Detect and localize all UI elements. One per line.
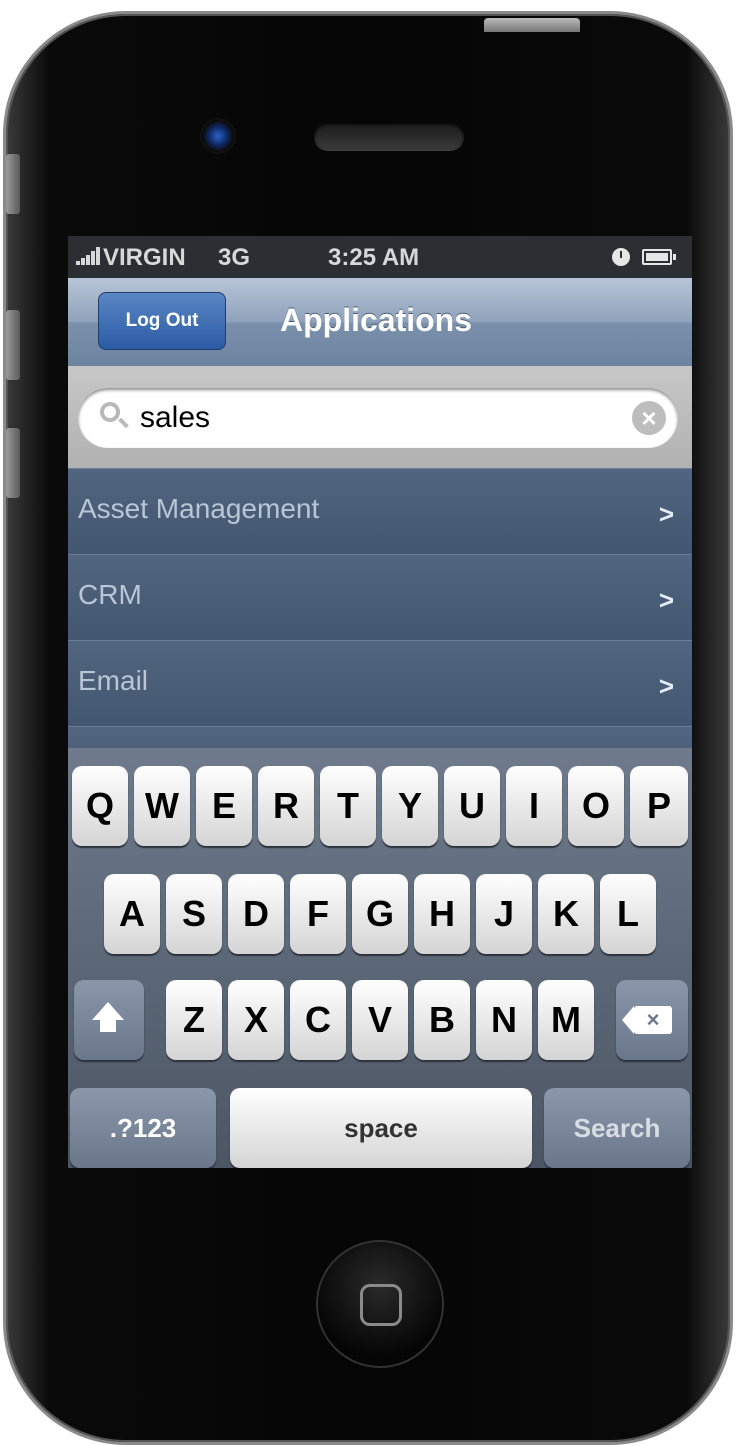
carrier: VIRGIN [76, 244, 186, 272]
battery-icon [642, 249, 676, 265]
key-y[interactable]: Y [382, 766, 438, 846]
key-i[interactable]: I [506, 766, 562, 846]
list-item-email[interactable]: Email > [68, 640, 692, 726]
key-u[interactable]: U [444, 766, 500, 846]
key-z[interactable]: Z [166, 980, 222, 1060]
key-f[interactable]: F [290, 874, 346, 954]
key-k[interactable]: K [538, 874, 594, 954]
key-o[interactable]: O [568, 766, 624, 846]
alarm-clock-icon [612, 248, 630, 266]
page-title: Applications [68, 302, 692, 339]
key-r[interactable]: R [258, 766, 314, 846]
search-bar: × [68, 366, 692, 468]
network-type: 3G [218, 244, 251, 271]
chevron-right-icon: > [658, 585, 674, 615]
clear-icon[interactable]: × [632, 401, 666, 435]
key-j[interactable]: J [476, 874, 532, 954]
list-item-label: Asset Management [78, 493, 320, 524]
mute-switch [6, 154, 20, 214]
backspace-key[interactable]: × [616, 980, 688, 1060]
key-s[interactable]: S [166, 874, 222, 954]
key-n[interactable]: N [476, 980, 532, 1060]
key-w[interactable]: W [134, 766, 190, 846]
signal-icon [76, 244, 101, 272]
key-p[interactable]: P [630, 766, 688, 846]
page-title-text: Applications [279, 302, 472, 338]
search-key[interactable]: Search [544, 1088, 690, 1168]
chevron-right-icon: > [658, 671, 674, 701]
key-t[interactable]: T [320, 766, 376, 846]
power-button [484, 18, 580, 32]
key-g[interactable]: G [352, 874, 408, 954]
volume-up-button [6, 310, 20, 380]
backspace-icon: × [622, 1006, 672, 1034]
space-key[interactable]: space [230, 1088, 532, 1168]
key-e[interactable]: E [196, 766, 252, 846]
search-field[interactable]: × [78, 388, 678, 448]
chevron-right-icon: > [658, 499, 674, 529]
search-input[interactable] [140, 396, 600, 440]
key-v[interactable]: V [352, 980, 408, 1060]
key-x[interactable]: X [228, 980, 284, 1060]
list-item-label: Email [78, 665, 149, 696]
list-item-label: CRM [78, 579, 142, 610]
status-bar: VIRGIN 3G 3:25 AM [68, 236, 692, 278]
volume-down-button [6, 428, 20, 498]
earpiece-speaker [314, 122, 464, 150]
home-square-icon [360, 1284, 402, 1326]
key-m[interactable]: M [538, 980, 594, 1060]
screen: VIRGIN 3G 3:25 AM Log Out Applications ×… [68, 236, 692, 1168]
search-icon [100, 402, 120, 422]
keyboard: Q W E R T Y U I O P A S D F G H J K L Z … [68, 748, 692, 1168]
key-q[interactable]: Q [72, 766, 128, 846]
navigation-bar: Log Out Applications [68, 278, 692, 366]
carrier-label: VIRGIN [103, 244, 186, 271]
key-h[interactable]: H [414, 874, 470, 954]
key-b[interactable]: B [414, 980, 470, 1060]
clock-time: 3:25 AM [328, 244, 420, 271]
home-button[interactable] [318, 1242, 442, 1366]
key-a[interactable]: A [104, 874, 160, 954]
list-item-asset-management[interactable]: Asset Management > [68, 468, 692, 554]
camera-icon [200, 118, 236, 154]
key-l[interactable]: L [600, 874, 656, 954]
numbers-key[interactable]: .?123 [70, 1088, 216, 1168]
shift-key[interactable] [74, 980, 144, 1060]
list-item-crm[interactable]: CRM > [68, 554, 692, 640]
shift-arrow-icon [92, 1002, 124, 1032]
key-d[interactable]: D [228, 874, 284, 954]
key-c[interactable]: C [290, 980, 346, 1060]
